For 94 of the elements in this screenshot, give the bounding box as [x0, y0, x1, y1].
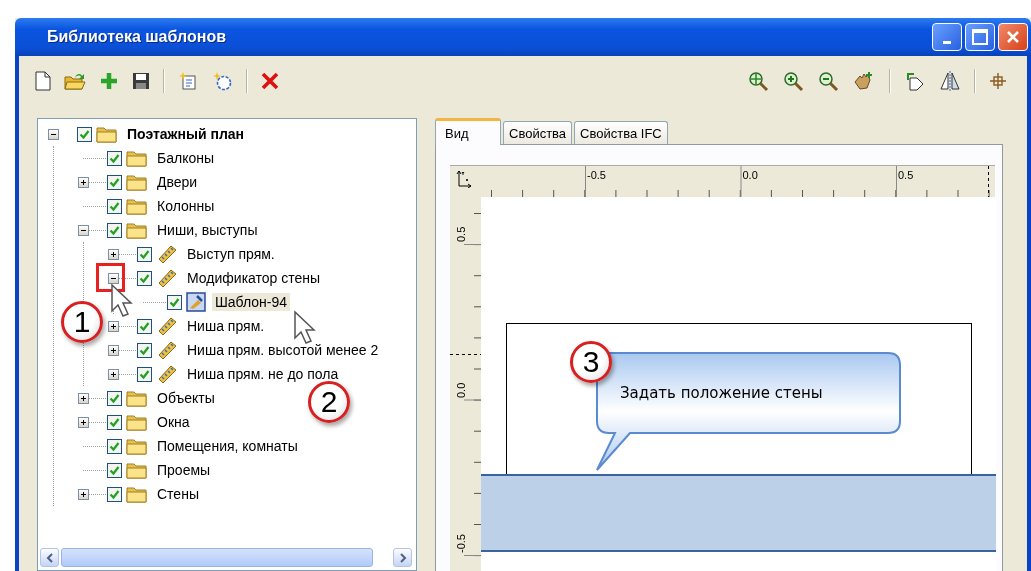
folder-icon [96, 125, 118, 143]
checkbox[interactable] [107, 462, 122, 478]
tree-item[interactable]: Ниша прям. [184, 317, 268, 335]
tree-item[interactable]: Выступ прям. [184, 245, 278, 263]
checkbox[interactable] [107, 222, 122, 238]
tree-item[interactable]: Объекты [154, 389, 218, 407]
axis-icon [456, 170, 472, 188]
ruler-label: 0.5 [455, 226, 467, 242]
save-icon[interactable] [132, 72, 150, 90]
expand-button[interactable] [108, 368, 119, 380]
folder-icon [126, 149, 148, 167]
collapse-button[interactable] [108, 272, 119, 284]
folder-icon [126, 437, 148, 455]
ruler-label: 0.0 [742, 169, 758, 181]
chevron-right-icon[interactable] [398, 552, 407, 563]
cursor-icon [293, 310, 317, 346]
folder-icon [126, 197, 148, 215]
cursor-icon [110, 283, 134, 319]
expand-button[interactable] [78, 392, 89, 404]
checkbox[interactable] [107, 486, 122, 502]
chevron-left-icon[interactable] [45, 552, 54, 563]
checkbox[interactable] [137, 366, 152, 382]
expand-button[interactable] [78, 416, 89, 428]
checkbox[interactable] [107, 438, 122, 454]
checkbox[interactable] [77, 126, 92, 142]
folder-icon [126, 461, 148, 479]
ruler-pencil-icon [156, 364, 178, 384]
magnifier-arrows-icon[interactable] [747, 70, 769, 92]
tree-item[interactable]: Помещения, комнаты [154, 437, 301, 455]
tree-item[interactable]: Балконы [154, 149, 217, 167]
plus-icon[interactable] [99, 71, 119, 91]
folder-icon [126, 389, 148, 407]
tree-item[interactable]: Окна [154, 413, 193, 431]
tree-item[interactable]: Ниши, выступы [154, 221, 261, 239]
expand-button[interactable] [108, 320, 119, 332]
close-icon[interactable] [1006, 30, 1020, 44]
ruler-label: 0.0 [455, 382, 467, 398]
zoom-in-icon[interactable] [782, 70, 804, 92]
expand-button[interactable] [108, 248, 119, 260]
page-star-icon[interactable] [178, 71, 198, 91]
checkbox[interactable] [137, 270, 152, 286]
ruler-label: -0.5 [587, 169, 606, 181]
template-icon [186, 292, 206, 312]
ruler-label: -0.5 [455, 534, 467, 553]
maximize-button[interactable] [965, 23, 995, 51]
expand-button[interactable] [108, 344, 119, 356]
open-folder-icon[interactable] [64, 71, 86, 91]
expand-button[interactable] [78, 488, 89, 500]
folder-icon [126, 485, 148, 503]
crosshair-icon[interactable] [989, 72, 1007, 90]
tab[interactable]: Свойства [503, 121, 573, 144]
tab[interactable]: Вид [435, 118, 501, 145]
tree-item[interactable]: Шаблон-94 [212, 293, 291, 311]
ruler-pencil-icon [156, 316, 178, 336]
tree-item[interactable]: Поэтажный план [124, 125, 248, 143]
checkbox[interactable] [137, 342, 152, 358]
folder-icon [126, 221, 148, 239]
tree-item[interactable]: Стены [154, 485, 202, 503]
checkbox[interactable] [137, 318, 152, 334]
collapse-button[interactable] [48, 128, 59, 140]
window-title: Библиотека шаблонов [47, 28, 226, 46]
checkbox[interactable] [107, 414, 122, 430]
delete-icon[interactable] [261, 72, 279, 90]
new-document-icon[interactable] [35, 71, 51, 91]
tree-item[interactable]: Двери [154, 173, 201, 191]
horizontal-scrollbar[interactable] [40, 548, 412, 567]
ruler-pencil-icon [156, 268, 178, 288]
tab[interactable]: Свойства IFC [574, 121, 668, 144]
expand-button[interactable] [78, 176, 89, 188]
minimize-button[interactable] [932, 23, 962, 51]
scrollbar-thumb[interactable] [61, 548, 373, 567]
collapse-button[interactable] [78, 224, 89, 236]
tree-item[interactable]: Ниша прям. высотой менее 2 [184, 341, 382, 359]
ruler-label: 0.5 [898, 169, 914, 181]
tree-item[interactable]: Модификатор стены [184, 269, 324, 287]
tree-item[interactable]: Колонны [154, 197, 218, 215]
checkbox[interactable] [107, 198, 122, 214]
checkbox[interactable] [107, 174, 122, 190]
ruler-pencil-icon [156, 244, 178, 264]
folder-icon [126, 173, 148, 191]
tree-item[interactable]: Проемы [154, 461, 214, 479]
ruler-pencil-icon [156, 340, 178, 360]
scroll-right-button[interactable] [393, 548, 412, 567]
scroll-left-button[interactable] [40, 548, 59, 567]
checkbox[interactable] [107, 150, 122, 166]
mirror-icon[interactable] [939, 70, 961, 92]
checkbox[interactable] [167, 294, 182, 310]
checkbox[interactable] [107, 390, 122, 406]
checkbox[interactable] [137, 246, 152, 262]
tree-item[interactable]: Ниша прям. не до пола [184, 365, 342, 383]
callout-text: Задать положение стены [620, 384, 823, 402]
close-button[interactable] [998, 23, 1028, 51]
zoom-out-icon[interactable] [817, 70, 839, 92]
folder-icon [126, 413, 148, 431]
